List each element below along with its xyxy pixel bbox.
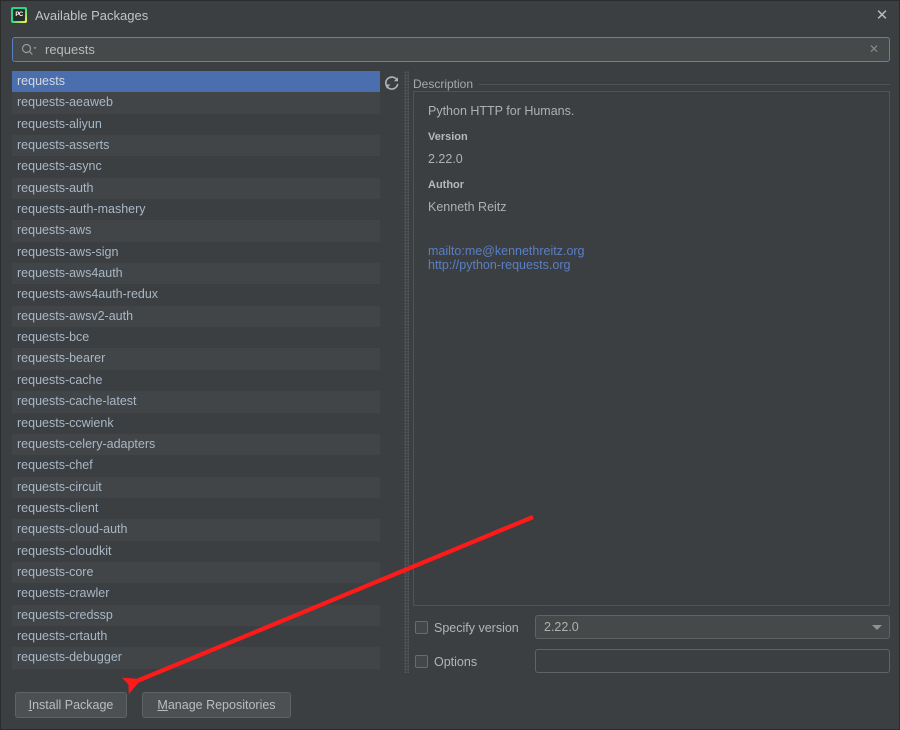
- package-list-item[interactable]: requests-bearer: [12, 348, 380, 370]
- package-list-item[interactable]: requests-aws4auth: [12, 263, 380, 285]
- package-list-item[interactable]: requests-circuit: [12, 476, 380, 498]
- package-list-item[interactable]: requests-asserts: [12, 135, 380, 157]
- package-list-item[interactable]: requests-async: [12, 156, 380, 178]
- package-list-item[interactable]: requests-auth: [12, 177, 380, 200]
- manage-repositories-mnemonic: M: [157, 698, 168, 712]
- pycharm-icon: PC: [11, 7, 27, 23]
- package-list-item[interactable]: requests-bce: [12, 327, 380, 349]
- description-link-homepage[interactable]: http://python-requests.org: [428, 258, 875, 272]
- version-combobox[interactable]: 2.22.0: [535, 615, 890, 639]
- description-author-label: Author: [428, 179, 465, 191]
- manage-repositories-label: anage Repositories: [167, 698, 276, 712]
- package-list-item[interactable]: requests-aws-sign: [12, 241, 380, 264]
- search-icon: [21, 43, 37, 55]
- package-list-item[interactable]: requests-core: [12, 561, 380, 584]
- description-link-mailto[interactable]: mailto:me@kennethreitz.org: [428, 244, 875, 258]
- options-input[interactable]: [536, 650, 889, 672]
- package-list-item[interactable]: requests-awsv2-auth: [12, 305, 380, 328]
- install-package-button[interactable]: Install Package: [15, 692, 127, 718]
- window-title: Available Packages: [35, 8, 149, 23]
- package-list-item[interactable]: requests-cache: [12, 369, 380, 392]
- description-author-value: Kenneth Reitz: [428, 200, 507, 214]
- package-list-item[interactable]: requests-aliyun: [12, 113, 380, 136]
- panel-splitter[interactable]: [404, 71, 409, 673]
- package-list-item[interactable]: requests-debugger: [12, 647, 380, 669]
- refresh-icon[interactable]: [382, 73, 402, 93]
- options-label: Options: [434, 655, 478, 669]
- description-group: Description Python HTTP for Humans. Vers…: [413, 77, 890, 606]
- specify-version-label: Specify version: [434, 621, 519, 635]
- package-list-scrollbar[interactable]: [368, 71, 744, 673]
- chevron-down-icon: [872, 625, 882, 630]
- package-list-item[interactable]: requests-credssp: [12, 604, 380, 626]
- package-list[interactable]: requests requests-aeaweb requests-aliyun re…: [12, 71, 380, 673]
- options-checkbox[interactable]: [415, 655, 428, 668]
- description-version-label: Version: [428, 131, 468, 143]
- package-list-item[interactable]: requests-cloud-auth: [12, 519, 380, 541]
- manage-repositories-button[interactable]: Manage Repositories: [142, 692, 291, 718]
- description-version-value: 2.22.0: [428, 152, 463, 166]
- version-combobox-value: 2.22.0: [544, 620, 579, 634]
- specify-version-checkbox[interactable]: [415, 621, 428, 634]
- search-field[interactable]: ✕: [12, 37, 890, 62]
- package-list-item[interactable]: requests-aeaweb: [12, 92, 380, 114]
- package-list-item[interactable]: requests-crtauth: [12, 625, 380, 648]
- package-list-item[interactable]: requests: [12, 71, 380, 93]
- package-list-item[interactable]: requests-client: [12, 497, 380, 520]
- search-input[interactable]: [45, 38, 865, 61]
- package-list-item[interactable]: requests-cloudkit: [12, 540, 380, 562]
- package-list-item[interactable]: requests-ccwienk: [12, 412, 380, 434]
- description-label: Description: [413, 77, 480, 91]
- install-package-label: nstall Package: [32, 698, 114, 712]
- description-box: Python HTTP for Humans. Version 2.22.0 A…: [413, 91, 890, 606]
- package-list-item[interactable]: requests-aws4auth-redux: [12, 284, 380, 306]
- description-rule: [413, 84, 890, 85]
- description-links: mailto:me@kennethreitz.org http://python…: [428, 244, 875, 272]
- package-list-item[interactable]: requests-auth-mashery: [12, 199, 380, 221]
- available-packages-dialog: PC Available Packages ✕ ✕ requestsreques…: [0, 0, 900, 730]
- clear-icon[interactable]: ✕: [866, 41, 882, 57]
- package-list-item[interactable]: requests-cache-latest: [12, 391, 380, 413]
- description-summary: Python HTTP for Humans.: [428, 104, 575, 118]
- package-list-item[interactable]: requests-celery-adapters: [12, 433, 380, 456]
- title-bar: PC Available Packages ✕: [1, 1, 899, 30]
- package-list-item[interactable]: requests-aws: [12, 220, 380, 242]
- package-list-item[interactable]: requests-crawler: [12, 583, 380, 605]
- close-icon[interactable]: ✕: [871, 5, 893, 27]
- package-list-item[interactable]: requests-chef: [12, 455, 380, 477]
- options-field[interactable]: [535, 649, 890, 673]
